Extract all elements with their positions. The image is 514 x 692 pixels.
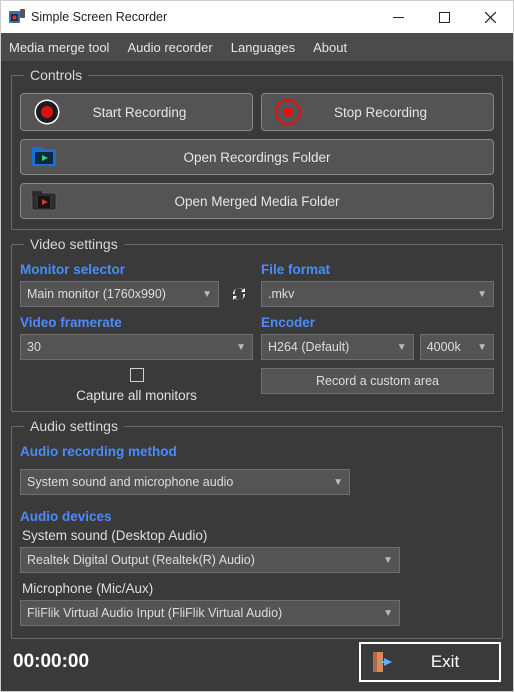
stop-icon xyxy=(268,99,308,125)
recording-timer: 00:00:00 xyxy=(13,651,89,673)
menubar: Media merge tool Audio recorder Language… xyxy=(1,33,513,61)
stop-recording-button[interactable]: Stop Recording xyxy=(261,93,494,131)
exit-button[interactable]: Exit xyxy=(359,642,501,682)
video-settings-legend: Video settings xyxy=(24,236,124,252)
start-recording-label: Start Recording xyxy=(67,105,252,120)
encoder-value: H264 (Default) xyxy=(268,340,349,354)
file-format-value: .mkv xyxy=(268,287,294,301)
menu-about[interactable]: About xyxy=(313,40,347,55)
system-sound-value: Realtek Digital Output (Realtek(R) Audio… xyxy=(27,553,255,567)
monitor-selector-dropdown[interactable]: Main monitor (1760x990) ▼ xyxy=(20,281,219,307)
audio-method-value: System sound and microphone audio xyxy=(27,475,233,489)
audio-settings-legend: Audio settings xyxy=(24,418,124,434)
app-icon xyxy=(9,9,25,25)
chevron-down-icon: ▼ xyxy=(333,477,343,488)
file-format-dropdown[interactable]: .mkv ▼ xyxy=(261,281,494,307)
bitrate-value: 4000k xyxy=(427,340,461,354)
start-recording-button[interactable]: Start Recording xyxy=(20,93,253,131)
chevron-down-icon: ▼ xyxy=(477,289,487,300)
framerate-label: Video framerate xyxy=(20,315,253,330)
record-custom-area-label: Record a custom area xyxy=(316,374,439,388)
chevron-down-icon: ▼ xyxy=(477,342,487,353)
folder-play-icon xyxy=(31,146,71,168)
menu-media-merge[interactable]: Media merge tool xyxy=(9,40,109,55)
file-format-label: File format xyxy=(261,262,494,277)
open-recordings-folder-button[interactable]: Open Recordings Folder xyxy=(20,139,494,175)
maximize-button[interactable] xyxy=(421,1,467,33)
exit-label: Exit xyxy=(403,652,499,672)
menu-audio-recorder[interactable]: Audio recorder xyxy=(127,40,212,55)
client-area: Media merge tool Audio recorder Language… xyxy=(1,33,513,691)
framerate-value: 30 xyxy=(27,340,41,354)
menu-languages[interactable]: Languages xyxy=(231,40,295,55)
refresh-monitors-button[interactable] xyxy=(225,281,253,307)
controls-group: Controls Start Recording Stop Recording xyxy=(11,67,503,230)
chevron-down-icon: ▼ xyxy=(383,555,393,566)
bitrate-dropdown[interactable]: 4000k ▼ xyxy=(420,334,494,360)
microphone-value: FliFlik Virtual Audio Input (FliFlik Vir… xyxy=(27,606,282,620)
stop-recording-label: Stop Recording xyxy=(308,105,493,120)
close-button[interactable] xyxy=(467,1,513,33)
chevron-down-icon: ▼ xyxy=(397,342,407,353)
encoder-dropdown[interactable]: H264 (Default) ▼ xyxy=(261,334,414,360)
encoder-label: Encoder xyxy=(261,315,494,330)
chevron-down-icon: ▼ xyxy=(202,289,212,300)
window-buttons xyxy=(375,1,513,33)
app-window: Simple Screen Recorder Media merge tool … xyxy=(0,0,514,692)
audio-devices-label: Audio devices xyxy=(20,509,494,524)
audio-method-dropdown[interactable]: System sound and microphone audio ▼ xyxy=(20,469,350,495)
content: Controls Start Recording Stop Recording xyxy=(1,61,513,639)
record-icon xyxy=(27,99,67,125)
chevron-down-icon: ▼ xyxy=(383,608,393,619)
audio-settings-group: Audio settings Audio recording method Sy… xyxy=(11,418,503,639)
monitor-selector-label: Monitor selector xyxy=(20,262,253,277)
exit-icon xyxy=(361,650,403,674)
system-sound-label: System sound (Desktop Audio) xyxy=(22,528,494,543)
open-recordings-folder-label: Open Recordings Folder xyxy=(71,150,493,165)
capture-all-label: Capture all monitors xyxy=(76,388,197,403)
minimize-button[interactable] xyxy=(375,1,421,33)
open-merged-folder-button[interactable]: Open Merged Media Folder xyxy=(20,183,494,219)
audio-method-label: Audio recording method xyxy=(20,444,494,459)
chevron-down-icon: ▼ xyxy=(236,342,246,353)
monitor-selector-value: Main monitor (1760x990) xyxy=(27,287,166,301)
controls-legend: Controls xyxy=(24,67,88,83)
titlebar: Simple Screen Recorder xyxy=(1,1,513,33)
open-merged-folder-label: Open Merged Media Folder xyxy=(71,194,493,209)
capture-all-checkbox[interactable] xyxy=(130,368,144,382)
microphone-dropdown[interactable]: FliFlik Virtual Audio Input (FliFlik Vir… xyxy=(20,600,400,626)
window-title: Simple Screen Recorder xyxy=(31,10,375,24)
framerate-dropdown[interactable]: 30 ▼ xyxy=(20,334,253,360)
folder-merged-icon xyxy=(31,190,71,212)
footer: 00:00:00 Exit xyxy=(1,639,513,691)
microphone-label: Microphone (Mic/Aux) xyxy=(22,581,494,596)
system-sound-dropdown[interactable]: Realtek Digital Output (Realtek(R) Audio… xyxy=(20,547,400,573)
record-custom-area-button[interactable]: Record a custom area xyxy=(261,368,494,394)
video-settings-group: Video settings Monitor selector Main mon… xyxy=(11,236,503,412)
